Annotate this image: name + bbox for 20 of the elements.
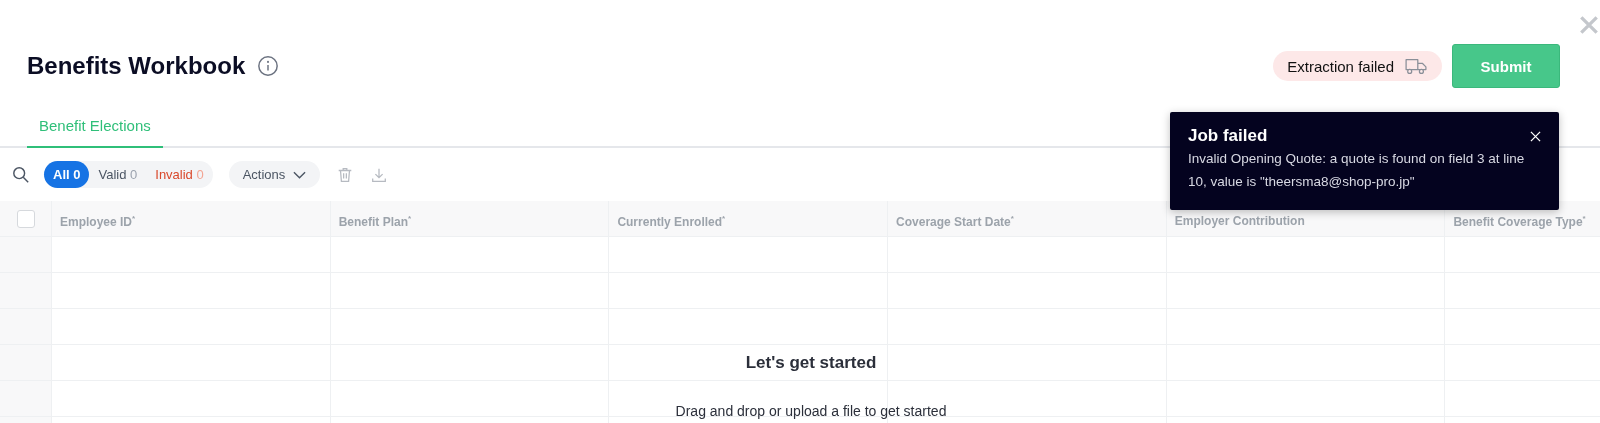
actions-button[interactable]: Actions xyxy=(228,161,321,188)
column-header: Employee ID$^{*}$ xyxy=(52,201,331,236)
column-header: Coverage Start Date$^{*}$ xyxy=(888,201,1167,236)
empty-state-title: Let's get started xyxy=(745,353,877,373)
status-text: Extraction failed xyxy=(1287,57,1394,75)
select-all-checkbox[interactable] xyxy=(16,209,35,228)
toast-message: Invalid Opening Quote: a quote is found on field 3 at line 10, value is "theersma8@shop-pro.jp" xyxy=(1188,150,1526,191)
page-title: Benefits Workbook xyxy=(27,52,246,80)
empty-state-message: Drag and drop or upload a file to get started xyxy=(675,403,947,419)
toast-title: Job failed xyxy=(1188,126,1268,146)
search-icon[interactable] xyxy=(12,165,30,184)
info-icon[interactable] xyxy=(257,55,280,77)
caret-icon xyxy=(293,170,307,179)
filter-button[interactable]: Invalid 0 xyxy=(146,161,213,188)
tab[interactable]: Benefit Elections xyxy=(27,111,163,148)
truck-icon xyxy=(1404,57,1428,75)
column-header: Benefit Plan$^{*}$ xyxy=(330,201,610,236)
column-header: Currently Enrolled$^{*}$ xyxy=(609,201,889,236)
filter-button[interactable]: All 0 xyxy=(44,161,90,188)
filter-button[interactable]: Valid 0 xyxy=(89,161,147,188)
